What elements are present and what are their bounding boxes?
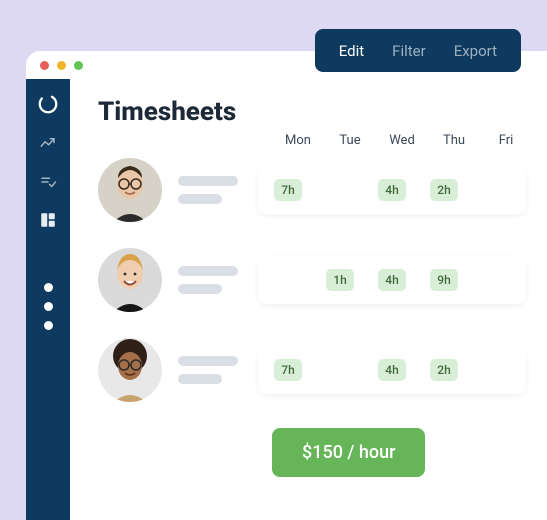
timesheet-row: 1h 4h 9h	[98, 248, 547, 312]
hour-cell[interactable]: 4h	[366, 359, 418, 381]
person-meta	[178, 266, 238, 294]
hour-cell[interactable]: 9h	[418, 269, 470, 291]
window-minimize-icon[interactable]	[57, 61, 66, 70]
top-toolbar: Edit Filter Export	[315, 29, 521, 72]
day-label: Tue	[324, 133, 376, 148]
avatar[interactable]	[98, 338, 162, 402]
placeholder-line	[178, 194, 222, 204]
placeholder-line	[178, 266, 238, 276]
person-meta	[178, 356, 238, 384]
dot-icon	[44, 283, 53, 292]
toolbar-filter[interactable]: Filter	[382, 36, 436, 66]
placeholder-line	[178, 284, 222, 294]
hour-cell[interactable]: 4h	[366, 179, 418, 201]
hour-cell[interactable]: 2h	[418, 359, 470, 381]
day-label: Mon	[272, 133, 324, 148]
day-label: Thu	[428, 133, 480, 148]
sidebar	[26, 79, 70, 520]
placeholder-line	[178, 356, 238, 366]
hour-cell[interactable]: 2h	[418, 179, 470, 201]
window-zoom-icon[interactable]	[74, 61, 83, 70]
page-title: Timesheets	[98, 97, 547, 127]
main-content: Timesheets Mon Tue Wed Thu Fri	[70, 79, 547, 520]
placeholder-line	[178, 374, 222, 384]
sidebar-indicator-dots	[44, 283, 53, 330]
hour-cell[interactable]: 4h	[366, 269, 418, 291]
window-close-icon[interactable]	[40, 61, 49, 70]
hour-cell[interactable]: 1h	[314, 269, 366, 291]
day-label: Fri	[480, 133, 532, 148]
avatar[interactable]	[98, 158, 162, 222]
hours-card: 7h 4h 2h	[258, 346, 526, 394]
dot-icon	[44, 302, 53, 311]
chart-icon[interactable]	[39, 135, 57, 153]
hours-card: 1h 4h 9h	[258, 256, 526, 304]
layout-icon[interactable]	[39, 211, 57, 229]
avatar[interactable]	[98, 248, 162, 312]
day-header-row: Mon Tue Wed Thu Fri	[98, 133, 547, 148]
app-logo-icon	[37, 93, 59, 115]
toolbar-edit[interactable]: Edit	[329, 36, 374, 66]
list-check-icon[interactable]	[39, 173, 57, 191]
day-label: Wed	[376, 133, 428, 148]
app-window: Timesheets Mon Tue Wed Thu Fri	[26, 51, 547, 520]
rate-badge[interactable]: $150 / hour	[272, 428, 425, 477]
hour-cell[interactable]: 7h	[262, 179, 314, 201]
timesheet-row: 7h 4h 2h	[98, 158, 547, 222]
toolbar-export[interactable]: Export	[444, 36, 507, 66]
dot-icon	[44, 321, 53, 330]
timesheet-row: 7h 4h 2h	[98, 338, 547, 402]
person-meta	[178, 176, 238, 204]
placeholder-line	[178, 176, 238, 186]
timesheet-rows: 7h 4h 2h	[98, 158, 547, 402]
hour-cell[interactable]: 7h	[262, 359, 314, 381]
hours-card: 7h 4h 2h	[258, 166, 526, 214]
